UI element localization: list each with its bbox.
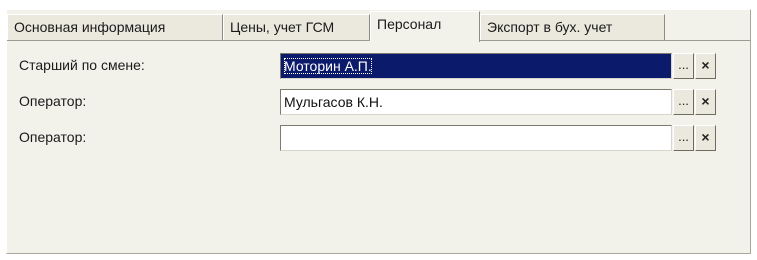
- tab-label: Экспорт в бух. учет: [487, 19, 613, 35]
- tab-accounting-export[interactable]: Экспорт в бух. учет: [480, 14, 665, 40]
- field-row-operator-1: Оператор: Мульгасов К.Н. ... ×: [7, 89, 750, 117]
- ellipsis-icon: ...: [678, 93, 689, 108]
- operator-2-clear-button[interactable]: ×: [695, 125, 716, 151]
- tab-prices-fuel[interactable]: Цены, учет ГСМ: [223, 14, 370, 40]
- senior-clear-button[interactable]: ×: [695, 53, 716, 79]
- close-icon: ×: [701, 57, 710, 73]
- tab-label: Цены, учет ГСМ: [230, 19, 335, 35]
- operator-1-field[interactable]: Мульгасов К.Н.: [280, 89, 672, 115]
- ellipsis-icon: ...: [678, 129, 689, 144]
- close-icon: ×: [701, 129, 710, 145]
- senior-on-shift-field[interactable]: Моторин А.П.: [280, 53, 672, 79]
- tab-label: Персонал: [377, 16, 442, 32]
- tab-personnel[interactable]: Персонал: [370, 11, 480, 42]
- tab-main-info[interactable]: Основная информация: [7, 14, 223, 40]
- operator-2-label: Оператор:: [19, 129, 87, 145]
- operator-2-select-button[interactable]: ...: [673, 125, 694, 151]
- field-row-senior: Старший по смене: Моторин А.П. ... ×: [7, 53, 750, 81]
- close-icon: ×: [701, 93, 710, 109]
- field-row-operator-2: Оператор: ... ×: [7, 125, 750, 153]
- ellipsis-icon: ...: [678, 57, 689, 72]
- operator-2-field[interactable]: [280, 125, 672, 151]
- operator-1-label: Оператор:: [19, 93, 87, 109]
- senior-select-button[interactable]: ...: [673, 53, 694, 79]
- senior-on-shift-label: Старший по смене:: [19, 57, 145, 73]
- operator-1-clear-button[interactable]: ×: [695, 89, 716, 115]
- operator-1-value: Мульгасов К.Н.: [284, 94, 383, 110]
- operator-1-select-button[interactable]: ...: [673, 89, 694, 115]
- personnel-panel: Основная информация Цены, учет ГСМ Персо…: [6, 9, 751, 254]
- tab-label: Основная информация: [14, 19, 166, 35]
- senior-on-shift-value: Моторин А.П.: [284, 58, 372, 74]
- tab-bar: Основная информация Цены, учет ГСМ Персо…: [7, 10, 750, 42]
